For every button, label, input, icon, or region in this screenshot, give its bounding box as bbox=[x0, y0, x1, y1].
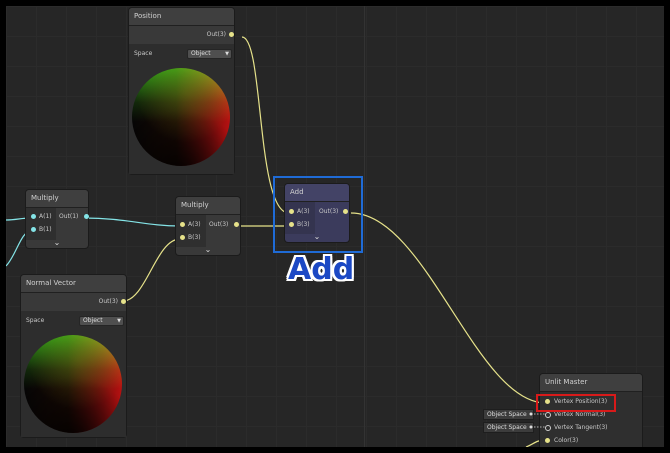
out-port-row[interactable]: Out(3) bbox=[206, 30, 234, 40]
add-node[interactable]: Add A(3) B(3) Out(3) ⌄ bbox=[285, 184, 349, 242]
vertex-tangent-dot[interactable] bbox=[545, 425, 551, 431]
dropdown-caret-icon: ▼ bbox=[117, 318, 121, 324]
space-label: Space bbox=[26, 317, 45, 324]
dropdown-caret-icon: ▼ bbox=[225, 51, 229, 57]
shader-graph-canvas[interactable]: Position Out(3) Space Object ▼ Multiply … bbox=[6, 6, 664, 447]
input-a-dot[interactable] bbox=[289, 209, 294, 214]
space-panel: Space Object ▼ bbox=[21, 311, 126, 437]
out-port-row[interactable]: Out(3) bbox=[98, 297, 126, 307]
node-title: Multiply bbox=[26, 190, 88, 208]
vertex-tangent-label: Vertex Tangent(3) bbox=[554, 424, 608, 431]
input-port-b[interactable]: B(1) bbox=[31, 225, 52, 235]
output-port[interactable]: Out(3) bbox=[209, 220, 239, 230]
space-dropdown[interactable]: Object ▼ bbox=[187, 49, 232, 59]
position-preview-sphere bbox=[132, 68, 230, 166]
node-title: Multiply bbox=[176, 197, 240, 215]
vertex-normal-label: Vertex Normal(3) bbox=[554, 411, 606, 418]
input-port-a[interactable]: A(3) bbox=[180, 220, 201, 230]
vertex-normal-space-label: Object Space bbox=[487, 411, 527, 418]
wire-normal-to-multiply2-b bbox=[122, 238, 181, 302]
output-label: Out(1) bbox=[59, 213, 79, 220]
normal-vector-node[interactable]: Normal Vector Out(3) Space Object ▼ bbox=[21, 275, 126, 437]
wire-multiply1-to-multiply2-a bbox=[83, 217, 181, 227]
input-port-a[interactable]: A(3) bbox=[289, 207, 310, 217]
output-dot[interactable] bbox=[84, 214, 89, 219]
out-port-dot[interactable] bbox=[229, 32, 234, 37]
node-title: Position bbox=[129, 8, 234, 26]
space-label: Space bbox=[134, 50, 153, 57]
input-b-dot[interactable] bbox=[180, 235, 185, 240]
output-label: Out(3) bbox=[209, 221, 229, 228]
space-dropdown-value: Object bbox=[83, 317, 103, 324]
output-dot[interactable] bbox=[343, 209, 348, 214]
color-dot[interactable] bbox=[545, 438, 550, 443]
node-title: Unlit Master bbox=[540, 374, 642, 392]
multiply-node-2[interactable]: Multiply A(3) B(3) Out(3) ⌄ bbox=[176, 197, 240, 255]
color-port[interactable]: Color(3) bbox=[545, 436, 578, 446]
chevron-down-icon[interactable]: ⌄ bbox=[52, 238, 62, 247]
input-port-b[interactable]: B(3) bbox=[289, 220, 310, 230]
position-node[interactable]: Position Out(3) Space Object ▼ bbox=[129, 8, 234, 174]
output-port[interactable]: Out(3) bbox=[319, 207, 348, 217]
vertex-tangent-space-label: Object Space bbox=[487, 424, 527, 431]
canvas-divider bbox=[364, 6, 365, 447]
input-a-dot[interactable] bbox=[31, 214, 36, 219]
space-panel: Space Object ▼ bbox=[129, 44, 234, 174]
out-port-label: Out(3) bbox=[98, 298, 118, 305]
input-b-dot[interactable] bbox=[31, 227, 36, 232]
vertex-position-highlight bbox=[536, 394, 616, 412]
vertex-tangent-space-chip[interactable]: Object Space bbox=[483, 422, 534, 433]
input-a-dot[interactable] bbox=[180, 222, 185, 227]
chevron-down-icon[interactable]: ⌄ bbox=[312, 232, 322, 241]
input-b-dot[interactable] bbox=[289, 222, 294, 227]
output-dot[interactable] bbox=[234, 222, 239, 227]
out-port-label: Out(3) bbox=[206, 31, 226, 38]
output-label: Out(3) bbox=[319, 208, 339, 215]
add-annotation-label: Add bbox=[288, 252, 355, 287]
input-port-a[interactable]: A(1) bbox=[31, 212, 52, 222]
out-port-dot[interactable] bbox=[121, 299, 126, 304]
space-dropdown-value: Object bbox=[191, 50, 211, 57]
vertex-tangent-port[interactable]: Vertex Tangent(3) bbox=[545, 423, 608, 433]
chevron-down-icon[interactable]: ⌄ bbox=[203, 245, 213, 254]
normal-preview-sphere bbox=[24, 335, 122, 433]
multiply-node-1[interactable]: Multiply A(1) B(1) Out(1) ⌄ bbox=[26, 190, 89, 248]
node-title: Normal Vector bbox=[21, 275, 126, 293]
vertex-normal-space-chip[interactable]: Object Space bbox=[483, 409, 534, 420]
input-port-b[interactable]: B(3) bbox=[180, 233, 201, 243]
node-title: Add bbox=[285, 184, 349, 202]
wire-add-to-vertex-position bbox=[350, 212, 547, 404]
vertex-normal-dot[interactable] bbox=[545, 412, 551, 418]
output-port[interactable]: Out(1) bbox=[59, 212, 89, 222]
space-dropdown[interactable]: Object ▼ bbox=[79, 316, 124, 326]
